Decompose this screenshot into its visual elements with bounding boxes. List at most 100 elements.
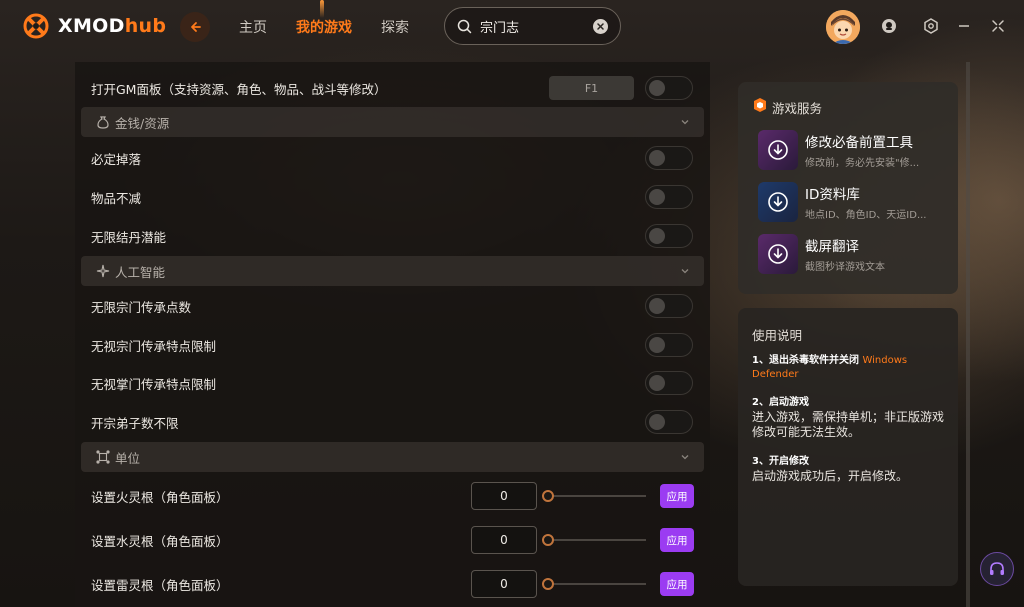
option-label: 无视宗门传承特点限制 <box>91 338 217 354</box>
app-logo: XMODhub <box>22 12 166 40</box>
unit-nodes-icon <box>96 450 110 464</box>
service-item[interactable]: 修改必备前置工具 修改前，务必先安装"修... <box>758 130 954 170</box>
option-toggle[interactable] <box>645 333 693 357</box>
option-toggle[interactable] <box>645 185 693 209</box>
minimize-button[interactable] <box>954 16 974 36</box>
gm-panel-label: 打开GM面板（支持资源、角色、物品、战斗等修改） <box>91 81 387 97</box>
section-ai-header[interactable]: 人工智能 <box>81 256 704 286</box>
bell-icon <box>882 19 896 33</box>
value-input[interactable]: 0 <box>471 526 537 554</box>
chevron-down-icon <box>681 455 689 460</box>
option-label: 开宗弟子数不限 <box>91 415 179 431</box>
nav-home[interactable]: 主页 <box>239 17 267 37</box>
page-scrollbar[interactable] <box>966 62 970 607</box>
section-unit-title: 单位 <box>115 450 141 466</box>
expand-icon <box>992 20 1004 32</box>
value-row: 设置火灵根（角色面板） 0 应用 <box>75 477 710 515</box>
download-icon <box>768 140 788 160</box>
step-heading: 1、退出杀毒软件并关闭 Windows Defender <box>752 355 908 380</box>
close-icon <box>597 23 604 30</box>
value-slider[interactable] <box>542 533 646 547</box>
game-services-panel: 游戏服务 修改必备前置工具 修改前，务必先安装"修... ID资料库 地点ID、… <box>738 82 958 294</box>
step-heading: 3、开启修改 <box>752 456 809 467</box>
option-toggle[interactable] <box>645 224 693 248</box>
slider-thumb[interactable] <box>542 534 554 546</box>
option-toggle[interactable] <box>645 146 693 170</box>
toggle-row: 无限宗门传承点数 <box>75 287 710 325</box>
services-title: 游戏服务 <box>772 101 823 116</box>
toggle-knob <box>649 337 665 353</box>
chevron-down-icon <box>681 120 689 125</box>
option-toggle[interactable] <box>645 371 693 395</box>
arrow-left-icon <box>191 22 201 32</box>
value-input[interactable]: 0 <box>471 570 537 598</box>
toggle-row: 无视掌门传承特点限制 <box>75 364 710 402</box>
option-label: 无限宗门传承点数 <box>91 299 192 315</box>
avatar-face-icon <box>826 10 860 44</box>
option-label: 设置火灵根（角色面板） <box>91 489 229 505</box>
value-slider[interactable] <box>542 577 646 591</box>
service-item[interactable]: 截屏翻译 截图秒译游戏文本 <box>758 234 954 274</box>
top-bar: XMODhub 主页 我的游戏 探索 宗门志 <box>0 0 1024 54</box>
search-input[interactable]: 宗门志 <box>480 17 519 36</box>
slider-track <box>548 539 646 541</box>
fullscreen-button[interactable] <box>988 16 1008 36</box>
back-button[interactable] <box>180 12 210 42</box>
clear-search-button[interactable] <box>593 19 608 34</box>
value-input[interactable]: 0 <box>471 482 537 510</box>
instruction-step: 3、开启修改 启动游戏成功后，开启修改。 <box>752 455 952 484</box>
slider-thumb[interactable] <box>542 490 554 502</box>
toggle-row: 开宗弟子数不限 <box>75 403 710 441</box>
toggle-row: 必定掉落 <box>75 139 710 177</box>
ai-sparkle-icon <box>96 264 110 278</box>
app-name: XMODhub <box>58 15 167 37</box>
section-money-header[interactable]: 金钱/资源 <box>81 107 704 137</box>
search-box[interactable]: 宗门志 <box>444 7 621 45</box>
cube-icon <box>754 98 766 112</box>
apply-button[interactable]: 应用 <box>660 572 694 596</box>
toggle-row: 无限结丹潜能 <box>75 217 710 255</box>
slider-track <box>548 583 646 585</box>
chevron-down-icon <box>681 269 689 274</box>
service-icon <box>758 182 798 222</box>
service-icon <box>758 130 798 170</box>
service-desc: 地点ID、角色ID、天运ID... <box>805 210 927 221</box>
section-unit-header[interactable]: 单位 <box>81 442 704 472</box>
support-button[interactable] <box>980 552 1014 586</box>
toggle-knob <box>649 228 665 244</box>
step-body: 进入游戏，需保持单机；非正版游戏修改可能无法生效。 <box>752 410 945 439</box>
step-heading: 2、启动游戏 <box>752 397 809 408</box>
slider-track <box>548 495 646 497</box>
apply-button[interactable]: 应用 <box>660 484 694 508</box>
service-name: ID资料库 <box>805 187 860 203</box>
notification-button[interactable] <box>879 16 899 36</box>
option-label: 设置雷灵根（角色面板） <box>91 577 229 593</box>
nav-my-games[interactable]: 我的游戏 <box>296 17 352 37</box>
download-icon <box>768 244 788 264</box>
service-item[interactable]: ID资料库 地点ID、角色ID、天运ID... <box>758 182 954 222</box>
hotkey-button[interactable]: F1 <box>549 76 634 100</box>
step-body: 启动游戏成功后，开启修改。 <box>752 469 909 483</box>
option-label: 必定掉落 <box>91 151 142 167</box>
money-bag-icon <box>97 116 109 129</box>
slider-thumb[interactable] <box>542 578 554 590</box>
gm-panel-row: 打开GM面板（支持资源、角色、物品、战斗等修改） F1 <box>75 69 710 107</box>
service-desc: 修改前，务必先安装"修... <box>805 158 920 169</box>
toggle-row: 无视宗门传承特点限制 <box>75 326 710 364</box>
section-money-title: 金钱/资源 <box>115 115 170 131</box>
settings-button[interactable] <box>921 16 941 36</box>
user-avatar[interactable] <box>826 10 860 44</box>
gm-panel-toggle[interactable] <box>645 76 693 100</box>
instructions-title: 使用说明 <box>752 328 803 343</box>
value-slider[interactable] <box>542 489 646 503</box>
headset-icon <box>990 562 1004 575</box>
apply-button[interactable]: 应用 <box>660 528 694 552</box>
option-toggle[interactable] <box>645 294 693 318</box>
instruction-step: 1、退出杀毒软件并关闭 Windows Defender <box>752 354 952 382</box>
option-toggle[interactable] <box>645 410 693 434</box>
nav-explore[interactable]: 探索 <box>381 17 409 37</box>
xmod-logo-icon <box>23 13 49 39</box>
toggle-knob <box>649 298 665 314</box>
search-icon <box>457 19 472 33</box>
instructions-panel: 使用说明 1、退出杀毒软件并关闭 Windows Defender 2、启动游戏… <box>738 308 958 586</box>
